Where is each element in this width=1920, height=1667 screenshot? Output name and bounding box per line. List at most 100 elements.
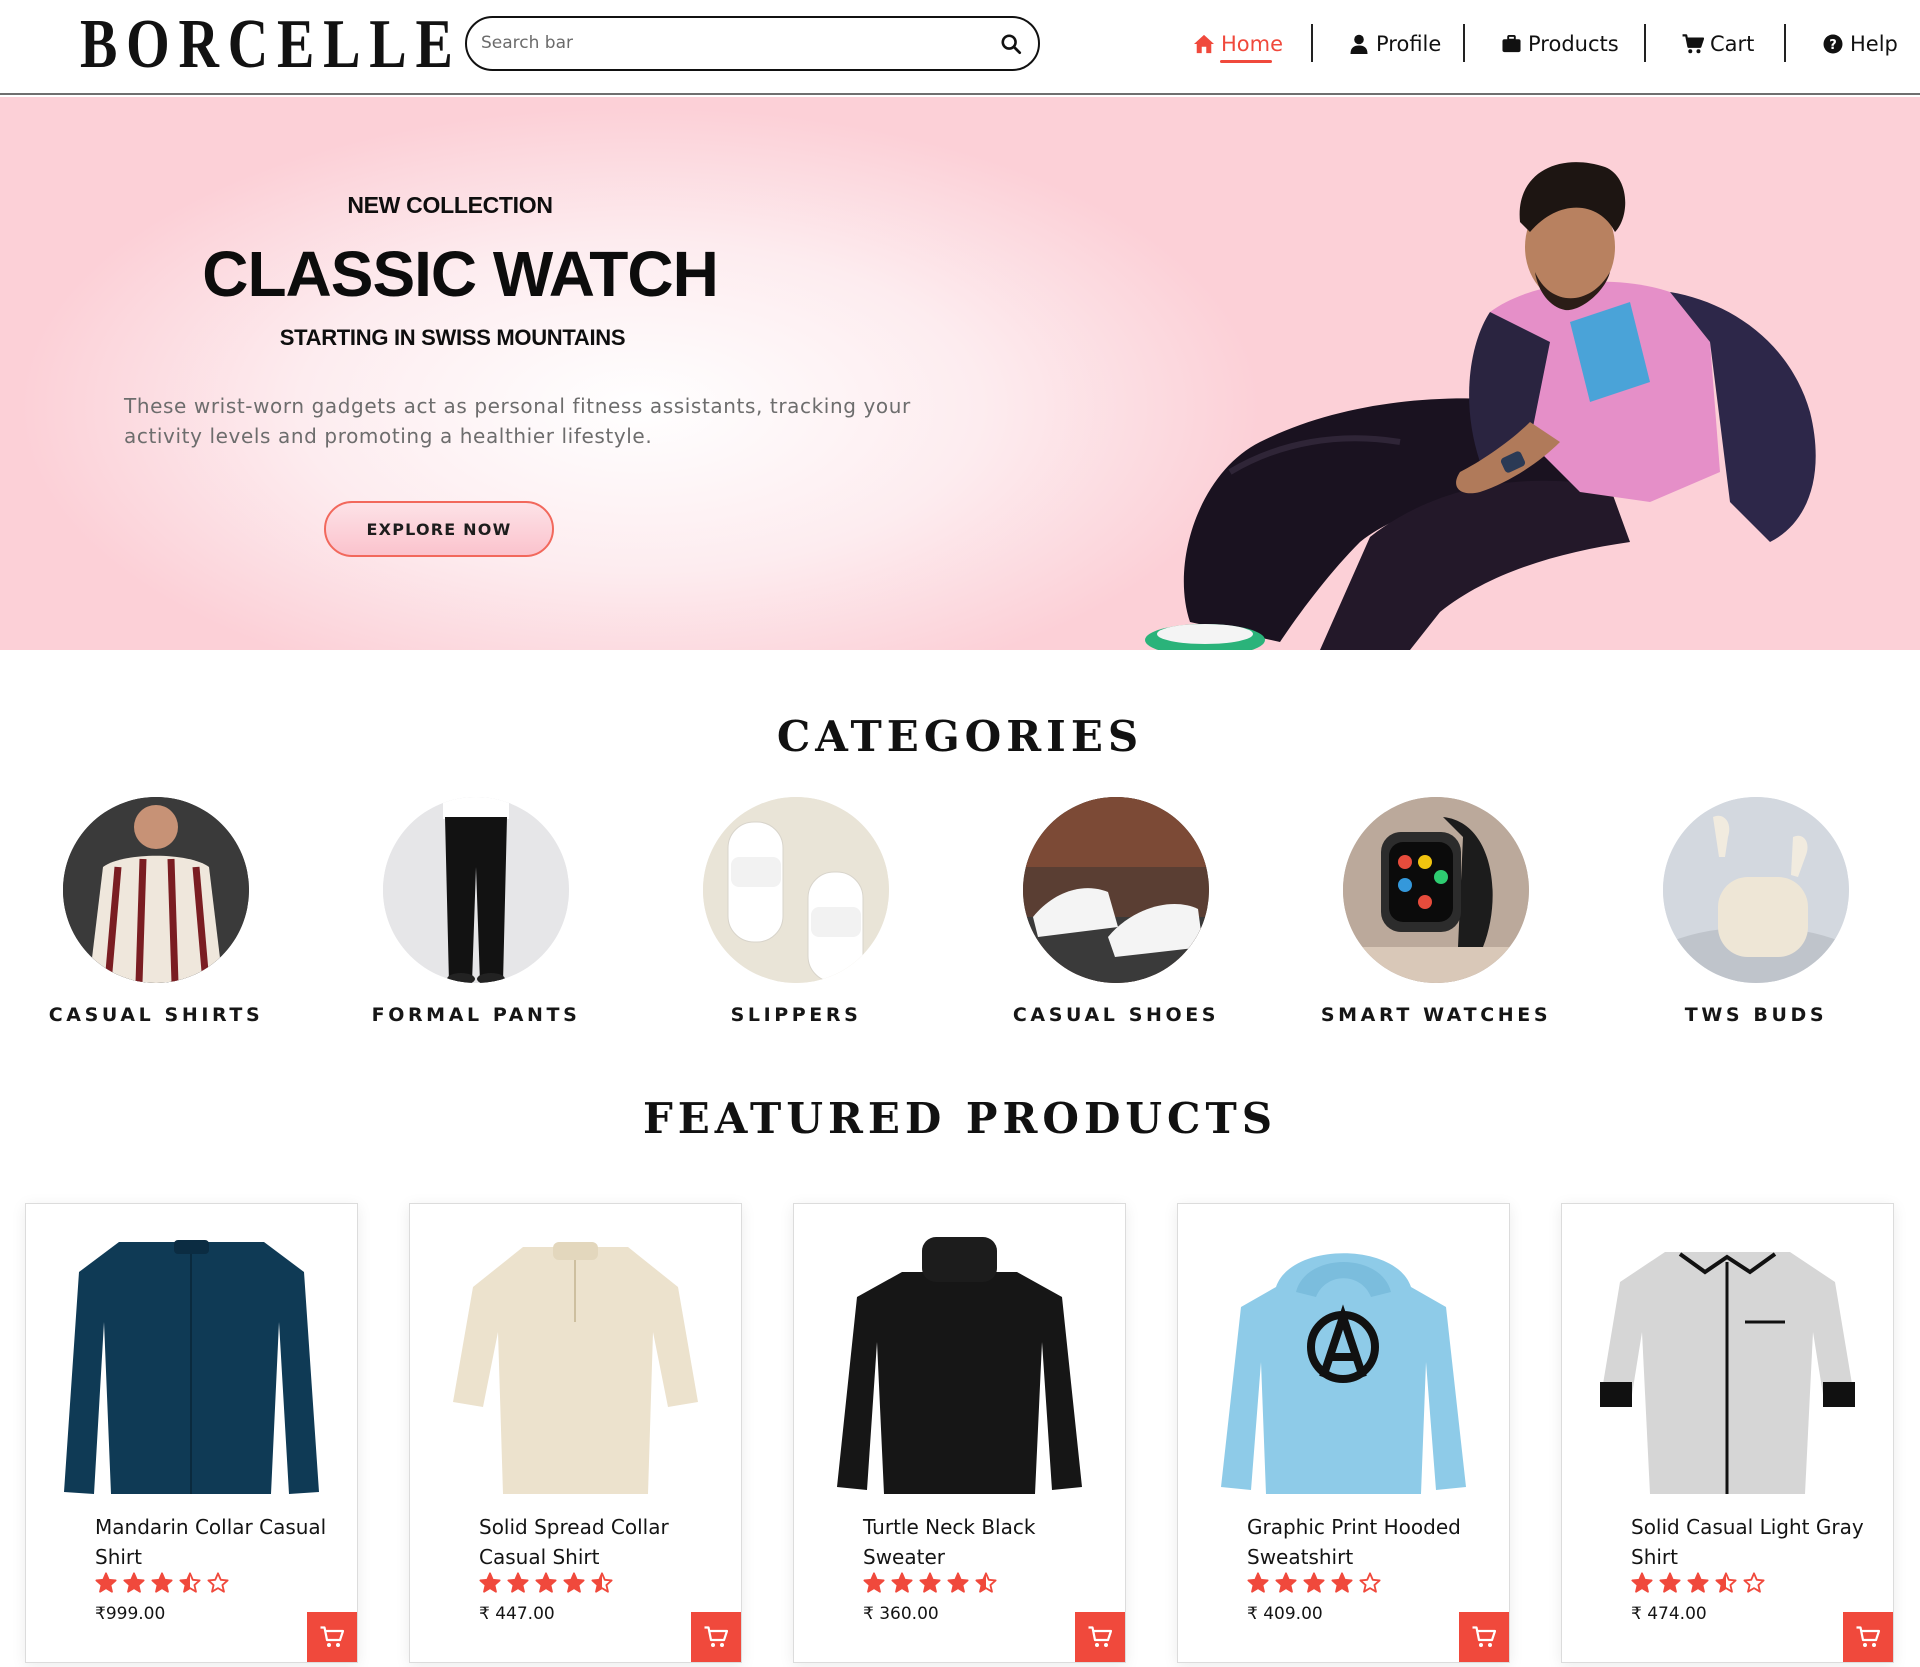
product-name: Solid Spread Collar Casual Shirt <box>479 1515 669 1569</box>
cart-icon <box>704 1626 728 1647</box>
product-card[interactable]: Mandarin Collar Casual Shirt ₹999.00 <box>25 1203 358 1663</box>
star-icon-full <box>1331 1572 1353 1593</box>
product-price: ₹999.00 <box>95 1604 166 1624</box>
category-image <box>63 797 249 983</box>
search-bar <box>465 16 1040 71</box>
add-to-cart-button[interactable] <box>1843 1612 1893 1662</box>
star-icon-full <box>947 1572 969 1593</box>
category-casual-shoes[interactable]: CASUAL SHOES <box>976 797 1256 1032</box>
product-rating <box>863 1572 997 1594</box>
category-label: FORMAL PANTS <box>371 1004 581 1026</box>
star-icon-full <box>535 1572 557 1593</box>
category-casual-shirts[interactable]: CASUAL SHIRTS <box>16 797 296 1032</box>
category-label: SMART WATCHES <box>1320 1004 1552 1026</box>
cart-icon <box>1088 1626 1112 1647</box>
product-name: Mandarin Collar Casual Shirt <box>95 1515 327 1569</box>
cart-icon <box>1856 1626 1880 1647</box>
nav-divider <box>1644 24 1646 62</box>
site-header: BORCELLE Home Profile Products <box>0 0 1920 95</box>
star-icon-empty <box>1743 1572 1765 1593</box>
star-icon-full <box>1303 1572 1325 1593</box>
add-to-cart-button[interactable] <box>307 1612 357 1662</box>
star-icon-full <box>95 1572 117 1593</box>
nav-home[interactable]: Home <box>1193 27 1283 61</box>
nav-divider <box>1463 24 1465 62</box>
product-card[interactable]: Turtle Neck Black Sweater ₹ 360.00 <box>793 1203 1126 1663</box>
star-icon-empty <box>1359 1572 1381 1593</box>
nav-divider <box>1311 24 1313 62</box>
category-label: CASUAL SHOES <box>1012 1004 1220 1026</box>
category-label: CASUAL SHIRTS <box>48 1004 264 1026</box>
add-to-cart-button[interactable] <box>691 1612 741 1662</box>
add-to-cart-button[interactable] <box>1459 1612 1509 1662</box>
product-rating <box>95 1572 229 1594</box>
star-icon-half <box>591 1572 613 1593</box>
product-name: Turtle Neck Black Sweater <box>863 1515 1036 1569</box>
search-button[interactable] <box>996 29 1026 59</box>
product-name: Graphic Print Hooded Sweatshirt <box>1247 1515 1461 1569</box>
category-image <box>703 797 889 983</box>
nav-products-label: Products <box>1528 32 1619 56</box>
search-input[interactable] <box>481 28 981 58</box>
nav-active-underline <box>1220 60 1272 63</box>
product-price: ₹ 474.00 <box>1631 1604 1707 1624</box>
home-icon <box>1193 33 1215 55</box>
star-icon-full <box>507 1572 529 1593</box>
categories-title: CATEGORIES <box>776 712 1144 761</box>
hero-model-image <box>1145 162 1816 650</box>
product-image <box>453 1242 698 1494</box>
star-icon-full <box>479 1572 501 1593</box>
product-image <box>64 1240 319 1494</box>
cart-icon <box>320 1626 344 1647</box>
brand-logo[interactable]: BORCELLE <box>80 10 462 80</box>
star-icon-full <box>1659 1572 1681 1593</box>
star-icon-full <box>1631 1572 1653 1593</box>
category-label: TWS BUDS <box>1684 1004 1828 1026</box>
hero-title: CLASSIC WATCH <box>202 238 719 310</box>
star-icon-full <box>1275 1572 1297 1593</box>
category-image <box>1023 797 1209 983</box>
nav-help-label: Help <box>1850 32 1898 56</box>
star-icon-full <box>1687 1572 1709 1593</box>
category-slippers[interactable]: SLIPPERS <box>656 797 936 1032</box>
add-to-cart-button[interactable] <box>1075 1612 1125 1662</box>
hero-description: These wrist-worn gadgets act as personal… <box>124 394 911 448</box>
featured-products-title: FEATURED PRODUCTS <box>642 1094 1278 1143</box>
nav-cart-label: Cart <box>1710 32 1755 56</box>
nav-profile[interactable]: Profile <box>1348 27 1441 61</box>
star-icon-half <box>179 1572 201 1593</box>
star-icon-full <box>151 1572 173 1593</box>
product-card[interactable]: Graphic Print Hooded Sweatshirt ₹ 409.00 <box>1177 1203 1510 1663</box>
category-label: SLIPPERS <box>730 1004 862 1026</box>
category-image <box>1343 797 1529 983</box>
product-image <box>1600 1252 1855 1494</box>
product-card[interactable]: Solid Spread Collar Casual Shirt ₹ 447.0… <box>409 1203 742 1663</box>
star-icon-full <box>863 1572 885 1593</box>
help-icon: ? <box>1822 33 1844 55</box>
hero-eyebrow: NEW COLLECTION <box>347 192 553 218</box>
star-icon-empty <box>207 1572 229 1593</box>
nav-help[interactable]: ? Help <box>1822 27 1898 61</box>
explore-now-button[interactable]: EXPLORE NOW <box>324 501 554 557</box>
category-formal-pants[interactable]: FORMAL PANTS <box>336 797 616 1032</box>
star-icon-full <box>919 1572 941 1593</box>
star-icon-full <box>891 1572 913 1593</box>
star-icon-full <box>1247 1572 1269 1593</box>
product-price: ₹ 360.00 <box>863 1604 939 1624</box>
star-icon-half <box>975 1572 997 1593</box>
category-tws-buds[interactable]: TWS BUDS <box>1616 797 1896 1032</box>
product-card[interactable]: Solid Casual Light Gray Shirt ₹ 474.00 <box>1561 1203 1894 1663</box>
nav-home-label: Home <box>1221 32 1284 56</box>
product-price: ₹ 409.00 <box>1247 1604 1323 1624</box>
product-price: ₹ 447.00 <box>479 1604 555 1624</box>
category-smart-watches[interactable]: SMART WATCHES <box>1296 797 1576 1032</box>
cart-icon <box>1682 33 1704 55</box>
nav-profile-label: Profile <box>1376 32 1442 56</box>
nav-products[interactable]: Products <box>1500 27 1619 61</box>
svg-text:?: ? <box>1829 38 1837 53</box>
product-rating <box>1247 1572 1381 1594</box>
hero-banner: NEW COLLECTION CLASSIC WATCH STARTING IN… <box>0 97 1920 650</box>
nav-cart[interactable]: Cart <box>1682 27 1754 61</box>
product-rating <box>479 1572 613 1594</box>
category-image <box>383 797 569 983</box>
